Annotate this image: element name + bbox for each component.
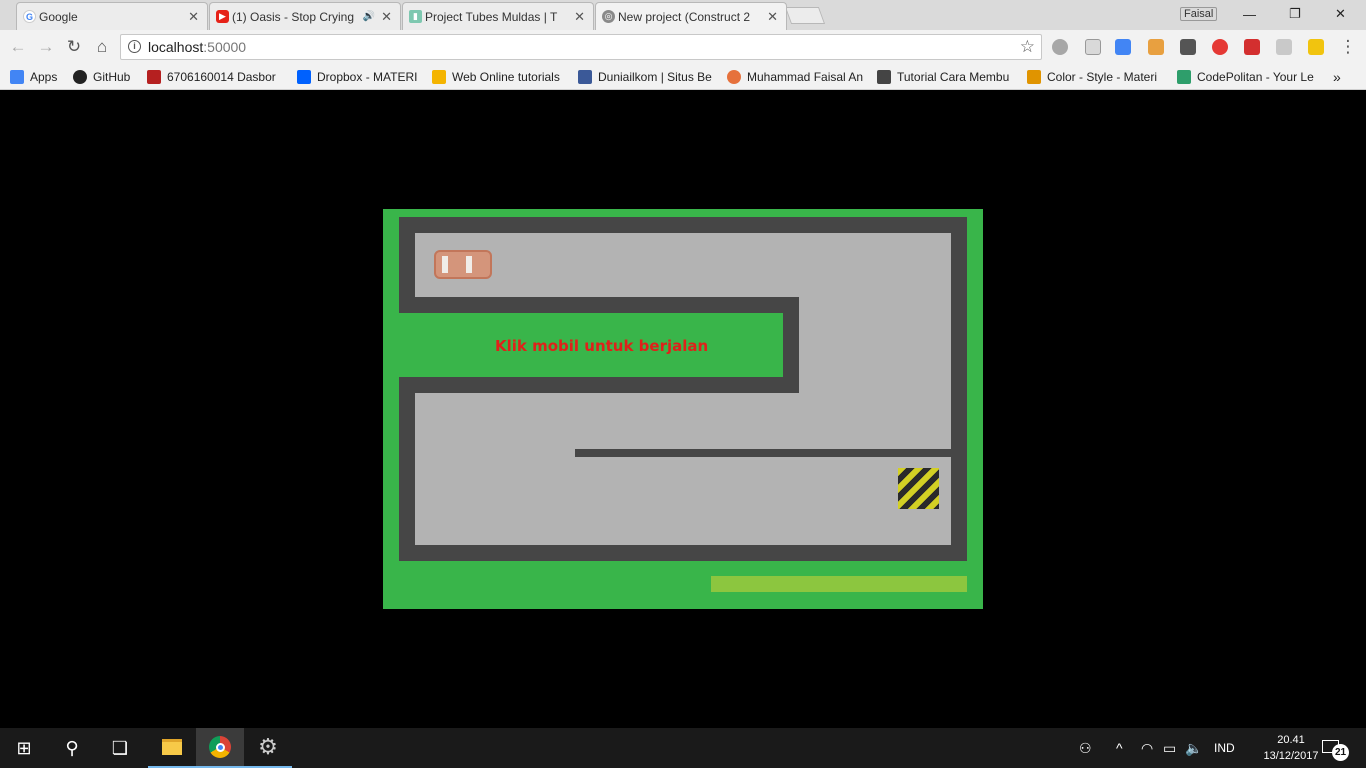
address-url[interactable]: localhost:50000	[148, 39, 246, 55]
extension-9-icon[interactable]	[1308, 39, 1324, 55]
bookmark-dasbor[interactable]: 6706160014 Dasbor	[147, 69, 283, 85]
search-icon: ⚲	[65, 737, 79, 758]
tab-project-tubes[interactable]: ▮ Project Tubes Muldas | T ✕	[402, 2, 594, 30]
browser-menu-icon[interactable]: ⋮	[1338, 37, 1358, 57]
tab-close-icon[interactable]: ✕	[574, 9, 585, 25]
window-close-icon[interactable]: ✕	[1335, 0, 1346, 28]
home-icon[interactable]: ⌂	[92, 37, 112, 57]
bookmark-duniailkom[interactable]: Duniailkom | Situs Be	[578, 69, 712, 85]
address-bar[interactable]: i localhost:50000 ☆	[120, 34, 1042, 60]
game-canvas[interactable]: Klik mobil untuk berjalan	[383, 209, 983, 609]
bookmarks-overflow-icon[interactable]: »	[1333, 69, 1347, 85]
people-icon[interactable]: ⚇	[1079, 740, 1092, 757]
project-favicon-icon: ▮	[409, 10, 422, 23]
clock-time: 20.41	[1277, 734, 1305, 746]
site-info-icon[interactable]: i	[128, 40, 141, 53]
maximize-icon[interactable]: ❐	[1289, 0, 1301, 28]
progress-bar	[711, 576, 967, 592]
windows-logo-icon: ⊞	[16, 737, 32, 758]
bookmark-color-style[interactable]: Color - Style - Materi	[1027, 69, 1163, 85]
tutorials-icon	[432, 70, 446, 84]
clock-date: 13/12/2017	[1263, 750, 1319, 762]
bookmark-dropbox[interactable]: Dropbox - MATERI	[297, 69, 423, 85]
bookmark-muhammad-faisal[interactable]: Muhammad Faisal An	[727, 69, 863, 85]
battery-icon[interactable]: ▭	[1163, 740, 1176, 757]
windows-taskbar: ⊞ ⚲ ❏ ⚙ ⚇ ^ ◠ ▭ 🔈 IND 20.41 13/12/2017 2…	[0, 728, 1366, 768]
tab-title: New project (Construct 2	[618, 9, 751, 24]
back-arrow-icon[interactable]: ←	[8, 37, 28, 57]
car-window	[442, 256, 448, 273]
github-icon	[73, 70, 87, 84]
tab-construct-project[interactable]: ◎ New project (Construct 2 ✕	[595, 2, 787, 30]
youtube-favicon-icon: ▶	[216, 10, 229, 23]
chrome-button[interactable]	[196, 728, 244, 768]
volume-icon[interactable]: 🔈	[1185, 740, 1202, 757]
tab-title: (1) Oasis - Stop Crying	[232, 9, 355, 24]
extension-4-icon[interactable]	[1148, 39, 1164, 55]
settings-button[interactable]: ⚙	[244, 728, 292, 768]
tab-title: Project Tubes Muldas | T	[425, 9, 558, 24]
minimize-icon[interactable]: —	[1243, 0, 1256, 28]
bookmark-web-online-tutorials[interactable]: Web Online tutorials	[432, 69, 568, 85]
flag-icon	[1027, 70, 1041, 84]
forward-arrow-icon[interactable]: →	[36, 37, 56, 57]
apps-grid-icon	[10, 70, 24, 84]
extension-7-icon[interactable]	[1244, 39, 1260, 55]
google-favicon-icon: G	[23, 10, 36, 23]
notification-count-badge: 21	[1332, 744, 1349, 761]
profile-site-icon	[727, 70, 741, 84]
system-clock[interactable]: 20.41 13/12/2017	[1256, 732, 1326, 764]
bookmark-tutorial-cara[interactable]: Tutorial Cara Membu	[877, 69, 1013, 85]
instruction-message: Klik mobil untuk berjalan	[495, 337, 709, 355]
tab-close-icon[interactable]: ✕	[381, 9, 392, 25]
folder-icon	[162, 739, 182, 755]
tab-title: Google	[39, 9, 78, 24]
tab-youtube[interactable]: ▶ (1) Oasis - Stop Crying 🔊 ✕	[209, 2, 401, 30]
inner-wall	[575, 449, 951, 457]
player-car[interactable]	[434, 250, 492, 279]
bookmarks-bar: Apps GitHub 6706160014 Dasbor Dropbox - …	[0, 64, 1366, 90]
tab-close-icon[interactable]: ✕	[188, 9, 199, 25]
tab-google[interactable]: G Google ✕	[16, 2, 208, 30]
bookmark-github[interactable]: GitHub	[73, 69, 139, 85]
car-window	[466, 256, 472, 273]
tab-close-icon[interactable]: ✕	[767, 9, 778, 25]
new-tab-button[interactable]	[784, 7, 826, 24]
search-button[interactable]: ⚲	[48, 728, 96, 768]
file-explorer-button[interactable]	[148, 728, 196, 768]
browser-toolbar: ← → ↻ ⌂ i localhost:50000 ☆ ⋮	[0, 30, 1366, 64]
translate-extension-icon[interactable]	[1115, 39, 1131, 55]
gear-icon: ⚙	[258, 734, 278, 759]
construct-favicon-icon: ◎	[602, 10, 615, 23]
profile-name[interactable]: Faisal	[1180, 7, 1218, 21]
chrome-icon	[209, 736, 231, 758]
bookmark-star-icon[interactable]: ☆	[1020, 37, 1035, 57]
extension-6-icon[interactable]	[1212, 39, 1228, 55]
dasbor-icon	[147, 70, 161, 84]
bookmark-codepolitan[interactable]: CodePolitan - Your Le	[1177, 69, 1317, 85]
start-button[interactable]: ⊞	[0, 728, 48, 768]
bottom-lane	[415, 393, 951, 545]
extension-1-icon[interactable]	[1052, 39, 1068, 55]
tutorial-site-icon	[877, 70, 891, 84]
duniailkom-icon	[578, 70, 592, 84]
tray-chevron-icon[interactable]: ^	[1116, 740, 1123, 756]
wifi-icon[interactable]: ◠	[1141, 740, 1153, 757]
reload-icon[interactable]: ↻	[64, 37, 84, 57]
tab-strip: G Google ✕ ▶ (1) Oasis - Stop Crying 🔊 ✕…	[0, 0, 1366, 30]
finish-zone	[898, 468, 939, 509]
action-center-button[interactable]: 21	[1322, 738, 1349, 761]
codepolitan-icon	[1177, 70, 1191, 84]
input-language[interactable]: IND	[1214, 741, 1235, 755]
bookmark-apps[interactable]: Apps	[10, 69, 66, 85]
extension-2-icon[interactable]	[1085, 39, 1101, 55]
extension-8-icon[interactable]	[1276, 39, 1292, 55]
dropbox-icon	[297, 70, 311, 84]
audio-playing-icon[interactable]: 🔊	[363, 11, 375, 22]
task-view-icon: ❏	[111, 737, 129, 758]
task-view-button[interactable]: ❏	[96, 728, 144, 768]
extension-5-icon[interactable]	[1180, 39, 1196, 55]
